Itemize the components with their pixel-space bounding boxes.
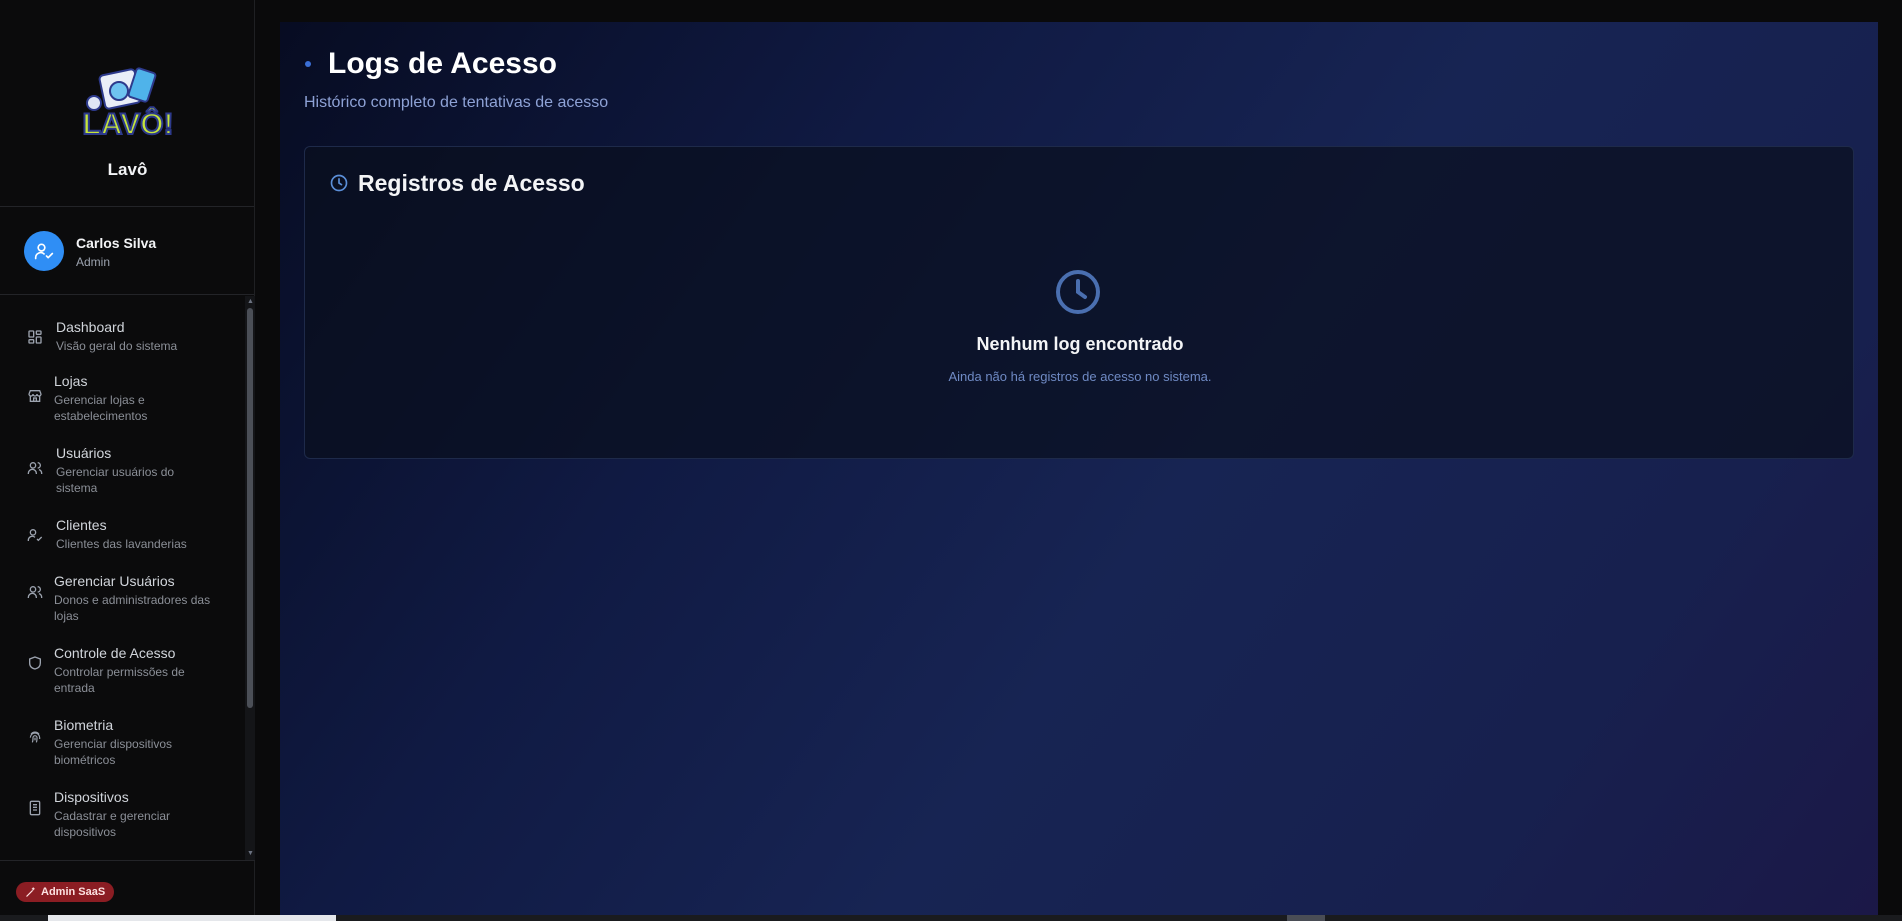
admin-saas-badge: Admin SaaS xyxy=(16,882,115,902)
card-title: Registros de Acesso xyxy=(358,170,585,196)
user-name: Carlos Silva xyxy=(76,235,157,251)
sidebar-item-label: Gerenciar Usuários xyxy=(54,573,175,589)
sidebar-item-desc: Gerenciar dispositivos biométricos xyxy=(54,737,173,767)
lavo-logo[interactable]: LAVÔ! xyxy=(72,66,184,146)
user-card[interactable]: Carlos Silva Admin xyxy=(0,207,254,295)
sidebar-item-desc: Controlar permissões de entrada xyxy=(54,665,185,695)
sidebar-item-label: Clientes xyxy=(56,517,107,533)
dashboard-icon xyxy=(28,330,42,344)
users-icon xyxy=(27,462,43,474)
sidebar-item-controle-de-acesso[interactable]: Controle de Acesso Controlar permissões … xyxy=(0,645,240,695)
sidebar-scrollbar[interactable]: ▲ ▼ xyxy=(245,296,255,860)
sidebar-item-label: Controle de Acesso xyxy=(54,645,176,661)
empty-state-description: Ainda não há registros de acesso no sist… xyxy=(948,369,1212,384)
users-icon xyxy=(27,586,43,598)
brand-name: Lavô xyxy=(107,160,148,179)
scroll-up-icon[interactable]: ▲ xyxy=(247,298,254,306)
scroll-down-icon[interactable]: ▼ xyxy=(247,850,254,858)
main-content: Logs de Acesso Histórico completo de ten… xyxy=(280,22,1878,921)
clock-icon xyxy=(330,174,348,192)
title-dot xyxy=(305,61,311,67)
sidebar-item-label: Dispositivos xyxy=(54,789,129,805)
sidebar-item-clientes[interactable]: Clientes Clientes das lavanderias xyxy=(0,517,240,557)
wand-icon xyxy=(26,886,35,897)
sidebar-item-label: Usuários xyxy=(56,445,112,461)
user-check-icon xyxy=(27,529,43,542)
brand-section: LAVÔ! Lavô xyxy=(0,0,254,207)
sidebar-item-desc: Visão geral do sistema xyxy=(56,339,178,353)
sidebar-item-desc: Cadastrar e gerenciar dispositivos xyxy=(54,809,171,839)
shield-icon xyxy=(29,656,41,670)
user-role: Admin xyxy=(76,255,111,269)
avatar[interactable] xyxy=(24,231,64,271)
sidebar-item-biometria[interactable]: Biometria Gerenciar dispositivos biométr… xyxy=(0,717,240,767)
page-subtitle: Histórico completo de tentativas de aces… xyxy=(304,94,609,111)
sidebar-item-desc: Gerenciar lojas e estabelecimentos xyxy=(54,393,148,423)
sidebar-item-dispositivos[interactable]: Dispositivos Cadastrar e gerenciar dispo… xyxy=(0,789,240,839)
access-logs-card: Registros de Acesso Nenhum log encontrad… xyxy=(304,146,1854,459)
sidebar-item-gerenciar-usuarios[interactable]: Gerenciar Usuários Donos e administrador… xyxy=(0,573,240,623)
empty-state-title: Nenhum log encontrado xyxy=(976,334,1184,354)
sidebar-item-usuarios[interactable]: Usuários Gerenciar usuários do sistema xyxy=(0,445,240,495)
user-check-icon xyxy=(34,243,54,260)
clock-icon xyxy=(1056,270,1100,314)
sidebar-item-desc: Donos e administradores das lojas xyxy=(54,593,211,623)
sidebar-item-lojas[interactable]: Lojas Gerenciar lojas e estabelecimentos xyxy=(0,373,240,423)
page-title: Logs de Acesso xyxy=(328,47,557,80)
sidebar: LAVÔ! Lavô Carlos Silva Admin Dashboard … xyxy=(0,0,255,921)
svg-text:LAVÔ!: LAVÔ! xyxy=(82,107,173,141)
scroll-thumb[interactable] xyxy=(247,308,253,708)
taskbar-item[interactable] xyxy=(1287,915,1325,921)
sidebar-item-dashboard[interactable]: Dashboard Visão geral do sistema xyxy=(0,317,240,357)
sidebar-item-desc: Gerenciar usuários do sistema xyxy=(56,465,175,495)
sidebar-item-desc: Clientes das lavanderias xyxy=(56,537,187,551)
sidebar-item-label: Lojas xyxy=(54,373,88,389)
taskbar-active-item[interactable] xyxy=(48,915,336,921)
device-icon xyxy=(29,800,41,816)
fingerprint-icon xyxy=(29,731,41,743)
sidebar-nav: Dashboard Visão geral do sistema Lojas G… xyxy=(0,297,245,859)
sidebar-footer: Admin SaaS xyxy=(0,860,255,921)
taskbar-strip xyxy=(0,915,1902,921)
admin-saas-label: Admin SaaS xyxy=(41,886,106,898)
store-icon xyxy=(28,390,42,402)
sidebar-item-label: Biometria xyxy=(54,717,114,733)
sidebar-item-label: Dashboard xyxy=(56,319,125,335)
